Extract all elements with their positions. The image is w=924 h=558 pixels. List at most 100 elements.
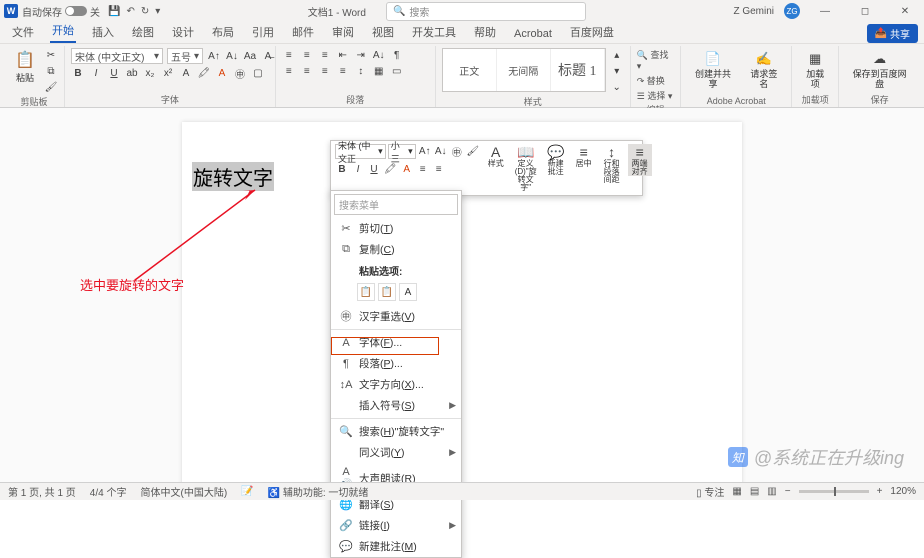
maximize-button[interactable]: ◻	[850, 6, 880, 17]
tab-view[interactable]: 视图	[370, 21, 396, 43]
zoom-out[interactable]: −	[785, 486, 791, 497]
status-focus[interactable]: ▯ 专注	[696, 484, 724, 499]
save-icon[interactable]: 💾	[108, 6, 120, 17]
cm-chinese-reselect[interactable]: ㊥汉字重选(V)	[331, 305, 461, 327]
border-char-icon[interactable]: ▢	[251, 66, 265, 80]
shading-icon[interactable]: ▦	[372, 64, 386, 78]
mt-painter-icon[interactable]: 🖌	[466, 144, 480, 159]
tab-draw[interactable]: 绘图	[130, 21, 156, 43]
cm-search[interactable]: 搜索菜单	[334, 194, 458, 215]
strike-icon[interactable]: ab	[125, 66, 139, 80]
grow-font-icon[interactable]: A↑	[207, 49, 221, 63]
status-view-print[interactable]: ▦	[732, 486, 741, 497]
close-button[interactable]: ✕	[890, 6, 920, 17]
mt-define-button[interactable]: 📖定义(D)"旋转文字"	[512, 144, 540, 192]
align-center-icon[interactable]: ≡	[300, 64, 314, 78]
tab-review[interactable]: 审阅	[330, 21, 356, 43]
cm-new-comment[interactable]: 💬新建批注(M)	[331, 536, 461, 557]
minimize-button[interactable]: —	[810, 6, 840, 17]
mt-numbering-icon[interactable]: ≡	[432, 162, 446, 177]
copy-icon[interactable]: ⧉	[44, 64, 58, 78]
user-name[interactable]: Z Gemini	[733, 6, 774, 17]
zoom-in[interactable]: +	[877, 486, 883, 497]
styles-scroll[interactable]: ▴▾⌄	[610, 48, 624, 94]
paste-keep-source-icon[interactable]: 📋	[357, 283, 375, 301]
mt-bold-icon[interactable]: B	[335, 162, 349, 177]
cm-copy[interactable]: ⧉复制(C)	[331, 239, 461, 260]
italic-icon[interactable]: I	[89, 66, 103, 80]
tab-baidu[interactable]: 百度网盘	[568, 21, 616, 43]
tab-acrobat[interactable]: Acrobat	[512, 25, 554, 43]
mt-justify-button[interactable]: ≡两端对齐	[628, 144, 652, 176]
mt-comment-button[interactable]: 💬新建批注	[544, 144, 568, 176]
mt-shrink-icon[interactable]: A↓	[434, 144, 448, 159]
numbering-icon[interactable]: ≡	[300, 48, 314, 62]
tab-insert[interactable]: 插入	[90, 21, 116, 43]
autosave[interactable]: 自动保存 关	[22, 4, 100, 19]
mt-highlight-icon[interactable]: 🖍	[383, 162, 398, 177]
replace-button[interactable]: ↷ 替换	[637, 74, 665, 87]
search-box[interactable]: 🔍 搜索	[386, 2, 586, 21]
change-case-icon[interactable]: Aa	[243, 49, 257, 63]
borders-icon[interactable]: ▭	[390, 64, 404, 78]
sort-icon[interactable]: A↓	[372, 48, 386, 62]
font-name-dropdown[interactable]: 宋体 (中文正文)▾	[71, 48, 163, 64]
status-accessibility[interactable]: ♿ 辅助功能: 一切就绪	[268, 484, 369, 499]
status-lang[interactable]: 简体中文(中国大陆)	[140, 484, 227, 499]
line-spacing-icon[interactable]: ↕	[354, 64, 368, 78]
undo-icon[interactable]: ↶	[126, 6, 134, 17]
cm-insert-symbol[interactable]: 插入符号(S)▶	[331, 395, 461, 416]
status-text-predict[interactable]: 📝	[241, 486, 253, 497]
redo-icon[interactable]: ↻	[141, 6, 149, 17]
show-marks-icon[interactable]: ¶	[390, 48, 404, 62]
create-share-button[interactable]: 📄创建并共享	[687, 48, 738, 92]
zoom-value[interactable]: 120%	[890, 486, 916, 497]
font-size-dropdown[interactable]: 五号▾	[167, 48, 203, 64]
mt-spacing-button[interactable]: ↕行和段落间距	[600, 144, 624, 184]
cm-synonyms[interactable]: 同义词(Y)▶	[331, 442, 461, 463]
underline-icon[interactable]: U	[107, 66, 121, 80]
style-heading1[interactable]: 标题 1	[551, 49, 605, 91]
style-nospacing[interactable]: 无间隔	[497, 49, 551, 91]
tab-developer[interactable]: 开发工具	[410, 21, 458, 43]
paste-text-icon[interactable]: A	[399, 283, 417, 301]
share-button[interactable]: 📤 共享	[867, 24, 918, 43]
indent-dec-icon[interactable]: ⇤	[336, 48, 350, 62]
save-baidu-button[interactable]: ☁保存到百度网盘	[845, 48, 914, 92]
find-button[interactable]: 🔍 查找 ▾	[637, 48, 675, 72]
shrink-font-icon[interactable]: A↓	[225, 49, 239, 63]
mt-bullets-icon[interactable]: ≡	[416, 162, 430, 177]
tab-file[interactable]: 文件	[10, 21, 36, 43]
mt-size-dropdown[interactable]: 小三▾	[388, 144, 416, 159]
text-effects-icon[interactable]: A	[179, 66, 193, 80]
cm-search-rotate[interactable]: 🔍搜索(H)"旋转文字"	[331, 421, 461, 442]
align-left-icon[interactable]: ≡	[282, 64, 296, 78]
mt-underline-icon[interactable]: U	[367, 162, 381, 177]
tab-help[interactable]: 帮助	[472, 21, 498, 43]
justify-icon[interactable]: ≡	[336, 64, 350, 78]
phonetic-icon[interactable]: ㊥	[233, 66, 247, 80]
mt-italic-icon[interactable]: I	[351, 162, 365, 177]
tab-design[interactable]: 设计	[170, 21, 196, 43]
style-normal[interactable]: 正文	[443, 49, 497, 91]
indent-inc-icon[interactable]: ⇥	[354, 48, 368, 62]
user-avatar[interactable]: ZG	[784, 3, 800, 19]
status-words[interactable]: 4/4 个字	[90, 484, 127, 499]
status-page[interactable]: 第 1 页, 共 1 页	[8, 484, 76, 499]
cm-cut[interactable]: ✂剪切(T)	[331, 218, 461, 239]
font-color-icon[interactable]: A	[215, 66, 229, 80]
bullets-icon[interactable]: ≡	[282, 48, 296, 62]
format-painter-icon[interactable]: 🖌	[44, 80, 58, 94]
cm-link[interactable]: 🔗链接(I)▶	[331, 515, 461, 536]
cm-paragraph[interactable]: ¶段落(P)...	[331, 353, 461, 374]
select-button[interactable]: ☰ 选择 ▾	[637, 89, 673, 102]
mt-center-button[interactable]: ≡居中	[572, 144, 596, 168]
tab-home[interactable]: 开始	[50, 19, 76, 43]
mt-phonetic-icon[interactable]: ㊥	[450, 144, 464, 159]
tab-layout[interactable]: 布局	[210, 21, 236, 43]
paste-button[interactable]: 📋粘贴	[10, 48, 40, 86]
tab-references[interactable]: 引用	[250, 21, 276, 43]
mt-color-icon[interactable]: A	[400, 162, 414, 177]
status-view-read[interactable]: ▤	[750, 486, 759, 497]
cm-text-direction[interactable]: ↕A文字方向(X)...	[331, 374, 461, 395]
